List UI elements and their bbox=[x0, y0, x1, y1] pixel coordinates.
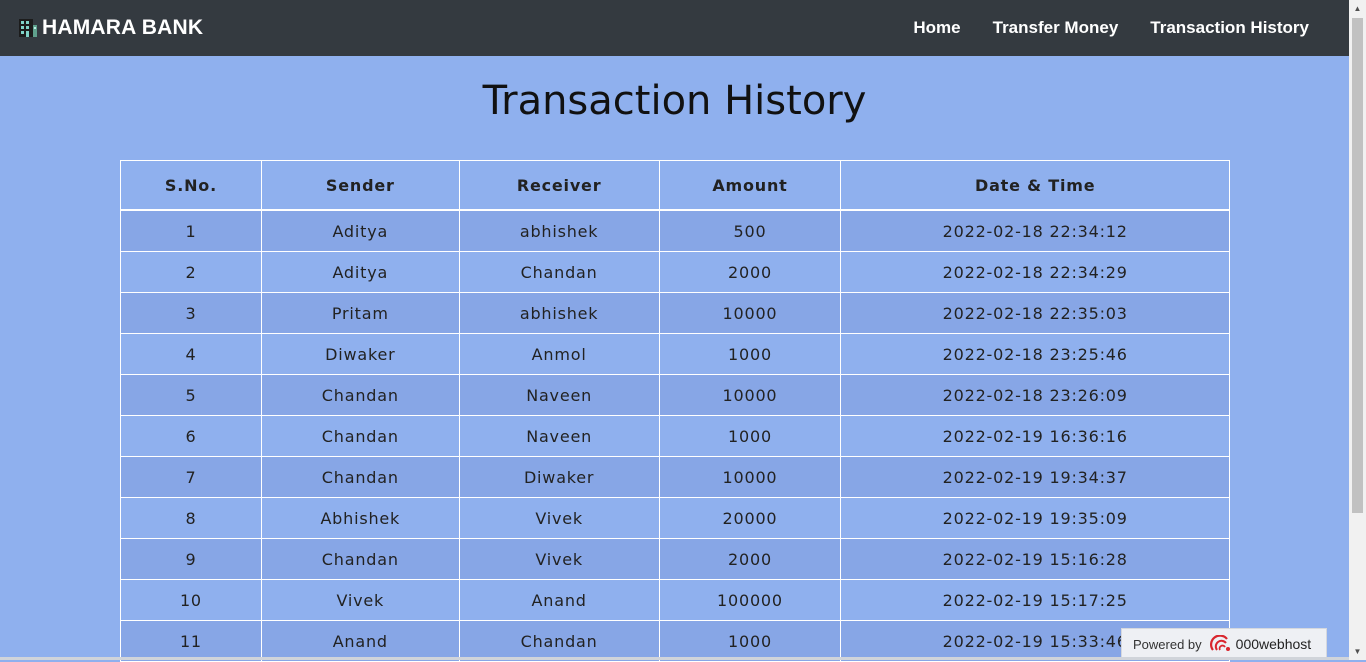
cell-sno: 8 bbox=[120, 497, 262, 539]
header-sno: S.No. bbox=[120, 160, 262, 211]
cell-amount: 10000 bbox=[658, 374, 842, 416]
cell-sender: Aditya bbox=[260, 209, 460, 252]
table-row: 4 Diwaker Anmol 1000 2022-02-18 23:25:46 bbox=[120, 333, 1230, 375]
cell-sender: Chandan bbox=[260, 456, 460, 498]
table-row: 1 Aditya abhishek 500 2022-02-18 22:34:12 bbox=[120, 209, 1230, 252]
cell-date-time: 2022-02-19 19:34:37 bbox=[840, 456, 1230, 498]
cell-receiver: Naveen bbox=[458, 415, 660, 457]
cell-sender: Abhishek bbox=[260, 497, 460, 539]
cell-sender: Pritam bbox=[260, 292, 460, 334]
cell-sender: Aditya bbox=[260, 251, 460, 293]
cell-receiver: Anand bbox=[458, 579, 660, 621]
nav-transaction-history-link[interactable]: Transaction History bbox=[1150, 18, 1309, 38]
cell-sno: 5 bbox=[120, 374, 262, 416]
cell-date-time: 2022-02-19 19:35:09 bbox=[840, 497, 1230, 539]
cell-date-time: 2022-02-19 16:36:16 bbox=[840, 415, 1230, 457]
header-receiver: Receiver bbox=[458, 160, 660, 211]
scroll-thumb[interactable] bbox=[1352, 18, 1363, 513]
header-amount: Amount bbox=[658, 160, 842, 211]
cell-sender: Anand bbox=[260, 620, 460, 662]
nav-home-link[interactable]: Home bbox=[913, 18, 960, 38]
cell-sno: 3 bbox=[120, 292, 262, 334]
page-title: Transaction History bbox=[482, 78, 867, 124]
scroll-up-arrow-icon[interactable]: ▲ bbox=[1349, 0, 1366, 17]
cell-sno: 7 bbox=[120, 456, 262, 498]
cell-amount: 10000 bbox=[658, 292, 842, 334]
header-sender: Sender bbox=[260, 160, 460, 211]
cell-date-time: 2022-02-18 23:25:46 bbox=[840, 333, 1230, 375]
cell-date-time: 2022-02-18 22:35:03 bbox=[840, 292, 1230, 334]
cell-amount: 500 bbox=[658, 209, 842, 252]
cell-sno: 1 bbox=[120, 209, 262, 252]
cell-receiver: Naveen bbox=[458, 374, 660, 416]
cell-sno: 9 bbox=[120, 538, 262, 580]
cell-receiver: Chandan bbox=[458, 620, 660, 662]
table-row: 2 Aditya Chandan 2000 2022-02-18 22:34:29 bbox=[120, 251, 1230, 293]
cell-sno: 2 bbox=[120, 251, 262, 293]
vertical-scrollbar[interactable]: ▲ ▼ bbox=[1349, 0, 1366, 660]
navbar: HAMARA BANK Home Transfer Money Transact… bbox=[0, 0, 1349, 56]
cell-receiver: Diwaker bbox=[458, 456, 660, 498]
table-row: 6 Chandan Naveen 1000 2022-02-19 16:36:16 bbox=[120, 415, 1230, 457]
cell-amount: 20000 bbox=[658, 497, 842, 539]
cell-sno: 6 bbox=[120, 415, 262, 457]
cell-date-time: 2022-02-19 15:17:25 bbox=[840, 579, 1230, 621]
nav-links: Home Transfer Money Transaction History bbox=[913, 0, 1309, 56]
cell-receiver: Chandan bbox=[458, 251, 660, 293]
brand-link[interactable]: HAMARA BANK bbox=[18, 0, 203, 56]
cell-receiver: Anmol bbox=[458, 333, 660, 375]
000webhost-logo-icon bbox=[1209, 635, 1230, 651]
cell-sno: 10 bbox=[120, 579, 262, 621]
table-row: 5 Chandan Naveen 10000 2022-02-18 23:26:09 bbox=[120, 374, 1230, 416]
cell-amount: 100000 bbox=[658, 579, 842, 621]
powered-by-badge[interactable]: Powered by 000webhost bbox=[1121, 628, 1327, 659]
powered-by-host: 000webhost bbox=[1235, 636, 1312, 652]
bank-building-icon bbox=[19, 19, 37, 37]
table-row: 7 Chandan Diwaker 10000 2022-02-19 19:34:37 bbox=[120, 456, 1230, 498]
cell-sender: Diwaker bbox=[260, 333, 460, 375]
cell-date-time: 2022-02-19 15:16:28 bbox=[840, 538, 1230, 580]
cell-receiver: abhishek bbox=[458, 292, 660, 334]
table-header-row: S.No. Sender Receiver Amount Date & Time bbox=[120, 160, 1230, 211]
table-row: 11 Anand Chandan 1000 2022-02-19 15:33:46 bbox=[120, 620, 1230, 662]
table-row: 3 Pritam abhishek 10000 2022-02-18 22:35:03 bbox=[120, 292, 1230, 334]
cell-date-time: 2022-02-18 23:26:09 bbox=[840, 374, 1230, 416]
cell-amount: 10000 bbox=[658, 456, 842, 498]
table-row: 10 Vivek Anand 100000 2022-02-19 15:17:25 bbox=[120, 579, 1230, 621]
powered-by-label: Powered by bbox=[1133, 636, 1202, 652]
cell-date-time: 2022-02-18 22:34:12 bbox=[840, 209, 1230, 252]
cell-receiver: Vivek bbox=[458, 538, 660, 580]
cell-receiver: abhishek bbox=[458, 209, 660, 252]
scroll-down-arrow-icon[interactable]: ▼ bbox=[1349, 643, 1366, 660]
cell-receiver: Vivek bbox=[458, 497, 660, 539]
brand-name: HAMARA BANK bbox=[42, 16, 204, 39]
cell-amount: 2000 bbox=[658, 251, 842, 293]
cell-sender: Vivek bbox=[260, 579, 460, 621]
nav-transfer-money-link[interactable]: Transfer Money bbox=[993, 18, 1119, 38]
table-row: 9 Chandan Vivek 2000 2022-02-19 15:16:28 bbox=[120, 538, 1230, 580]
header-date-time: Date & Time bbox=[840, 160, 1230, 211]
cell-sender: Chandan bbox=[260, 374, 460, 416]
cell-sender: Chandan bbox=[260, 415, 460, 457]
cell-sno: 4 bbox=[120, 333, 262, 375]
table-row: 8 Abhishek Vivek 20000 2022-02-19 19:35:09 bbox=[120, 497, 1230, 539]
cell-sender: Chandan bbox=[260, 538, 460, 580]
cell-amount: 2000 bbox=[658, 538, 842, 580]
transaction-history-table: S.No. Sender Receiver Amount Date & Time… bbox=[120, 160, 1230, 662]
cell-amount: 1000 bbox=[658, 620, 842, 662]
cell-date-time: 2022-02-18 22:34:29 bbox=[840, 251, 1230, 293]
cell-amount: 1000 bbox=[658, 333, 842, 375]
cell-amount: 1000 bbox=[658, 415, 842, 457]
cell-sno: 11 bbox=[120, 620, 262, 662]
